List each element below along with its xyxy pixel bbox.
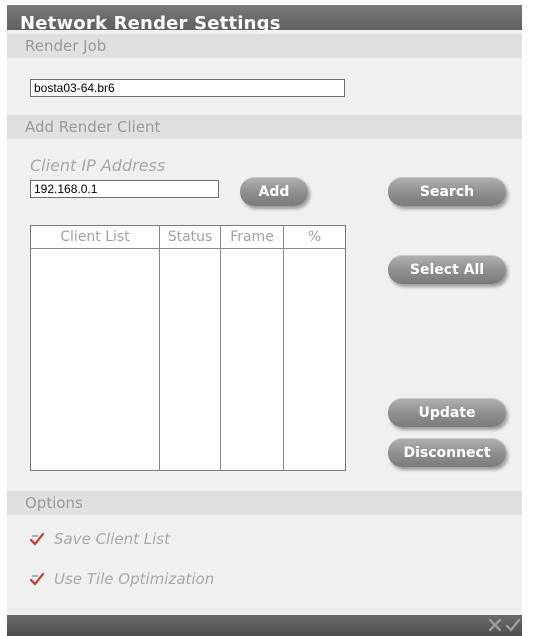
- section-render-job: Render Job: [7, 34, 522, 58]
- column-header-percent[interactable]: %: [284, 226, 345, 248]
- title-bar: Network Render Settings: [7, 5, 522, 34]
- client-list-table[interactable]: Client List Status Frame %: [30, 225, 346, 471]
- disconnect-button[interactable]: Disconnect: [388, 438, 506, 467]
- section-label-add-render-client: Add Render Client: [25, 118, 161, 136]
- option-save-client-list[interactable]: Save Client List: [30, 530, 170, 548]
- checkmark-icon[interactable]: [30, 572, 44, 586]
- select-all-button-label: Select All: [409, 261, 485, 278]
- update-button[interactable]: Update: [388, 398, 506, 427]
- section-add-render-client: Add Render Client: [7, 115, 522, 139]
- section-label-render-job: Render Job: [25, 37, 107, 55]
- option-use-tile-optimization[interactable]: Use Tile Optimization: [30, 570, 214, 588]
- column-header-status[interactable]: Status: [160, 226, 220, 248]
- column-divider: [283, 226, 284, 470]
- close-icon[interactable]: [487, 617, 503, 633]
- disconnect-button-label: Disconnect: [403, 444, 491, 461]
- select-all-button[interactable]: Select All: [388, 255, 506, 284]
- window-title: Network Render Settings: [20, 13, 281, 34]
- update-button-label: Update: [418, 404, 476, 421]
- column-divider: [159, 226, 160, 470]
- column-header-frame[interactable]: Frame: [221, 226, 283, 248]
- add-button-label: Add: [258, 183, 290, 200]
- search-button-label: Search: [419, 183, 475, 200]
- client-ip-label: Client IP Address: [30, 156, 166, 175]
- add-button[interactable]: Add: [240, 177, 308, 206]
- section-options: Options: [7, 491, 522, 515]
- option-label-use-tile-optimization: Use Tile Optimization: [54, 570, 215, 588]
- section-label-options: Options: [25, 494, 83, 512]
- bottom-bar: [7, 615, 522, 636]
- client-ip-input[interactable]: [30, 180, 219, 198]
- column-divider: [220, 226, 221, 470]
- confirm-check-icon[interactable]: [505, 617, 521, 633]
- column-header-client-list[interactable]: Client List: [31, 226, 159, 248]
- checkmark-icon[interactable]: [30, 532, 44, 546]
- render-job-file-input[interactable]: [30, 79, 345, 97]
- option-label-save-client-list: Save Client List: [54, 530, 171, 548]
- table-header-divider: [31, 248, 345, 249]
- search-button[interactable]: Search: [388, 177, 506, 206]
